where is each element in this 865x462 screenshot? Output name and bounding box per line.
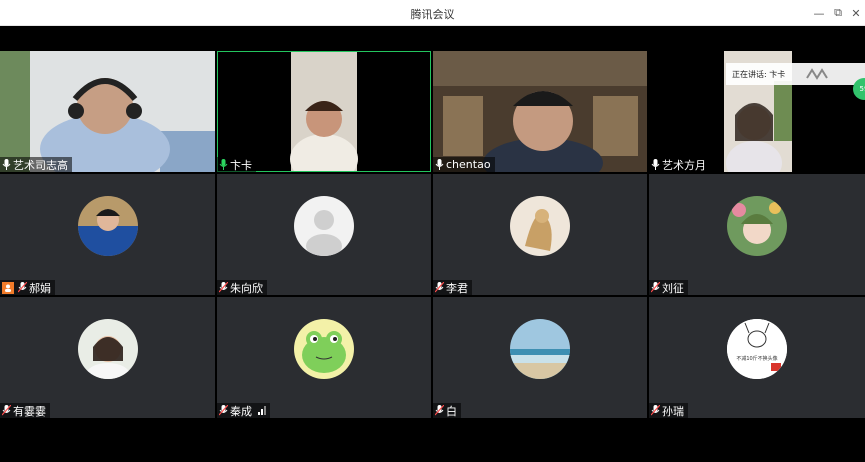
participant-name-tag: 艺术司志高 xyxy=(0,157,72,172)
microphone-icon xyxy=(2,159,11,170)
voice-wave-icon xyxy=(806,68,829,80)
participant-tile[interactable]: 郝娟 xyxy=(0,174,215,295)
participant-name-tag: 李君 xyxy=(433,280,472,295)
avatar-default xyxy=(294,196,354,256)
signal-icon xyxy=(258,406,266,415)
participant-name: 卞卡 xyxy=(230,158,252,172)
avatar xyxy=(77,196,138,256)
participant-name-tag: 孙瑞 xyxy=(649,403,688,418)
microphone-muted-icon xyxy=(2,405,11,416)
video-feed xyxy=(290,51,358,172)
video-tile[interactable]: chentao xyxy=(433,51,647,172)
participant-name: 秦成 xyxy=(230,404,252,418)
participant-tile[interactable]: 刘征 xyxy=(649,174,865,295)
participant-tile[interactable]: 朱向欣 xyxy=(217,174,431,295)
microphone-muted-icon xyxy=(651,405,660,416)
video-feed xyxy=(0,51,215,172)
network-value: 59 xyxy=(859,85,865,93)
participant-tile[interactable]: 有霎霎 xyxy=(0,297,215,418)
microphone-muted-icon xyxy=(435,282,444,293)
participant-name: 艺术司志高 xyxy=(13,158,68,172)
microphone-icon xyxy=(435,159,444,170)
microphone-muted-icon xyxy=(219,282,228,293)
microphone-muted-icon xyxy=(18,282,27,293)
video-tile-active-speaker[interactable]: 卞卡 xyxy=(217,51,431,172)
video-feed xyxy=(433,51,647,172)
participant-name-tag: 有霎霎 xyxy=(0,403,50,418)
meeting-stage: 艺术司志高 卞卡 chentao 艺术方月 郝娟 朱向欣 李君 刘征 有霎霎 秦… xyxy=(0,26,865,462)
speaking-label: 正在讲话: 卞卡 xyxy=(732,69,786,79)
participant-name: chentao xyxy=(446,158,491,171)
avatar: 不减10斤不换头像 xyxy=(727,319,787,379)
participant-name-tag: 卞卡 xyxy=(217,157,256,172)
participant-name: 艺术方月 xyxy=(662,158,706,172)
participant-grid: 艺术司志高 卞卡 chentao 艺术方月 郝娟 朱向欣 李君 刘征 有霎霎 秦… xyxy=(0,51,865,443)
window-title: 腾讯会议 xyxy=(410,8,455,21)
microphone-muted-icon xyxy=(435,405,444,416)
microphone-icon xyxy=(651,159,660,170)
participant-name: 有霎霎 xyxy=(13,404,46,418)
title-bar: 腾讯会议 — ⧉ ✕ xyxy=(0,0,865,26)
avatar xyxy=(510,319,570,379)
participant-name-tag: 刘征 xyxy=(649,280,688,295)
speaking-indicator: 正在讲话: 卞卡 xyxy=(726,63,865,85)
host-icon xyxy=(2,281,14,294)
video-tile[interactable]: 艺术司志高 xyxy=(0,51,215,172)
microphone-icon xyxy=(219,159,228,170)
participant-name: 朱向欣 xyxy=(230,281,263,295)
participant-tile[interactable]: 秦成 xyxy=(217,297,431,418)
avatar-caption: 不减10斤不换头像 xyxy=(736,356,778,362)
participant-tile[interactable]: 白 xyxy=(433,297,647,418)
participant-name-tag: chentao xyxy=(433,157,495,172)
participant-name: 郝娟 xyxy=(29,281,51,295)
avatar xyxy=(727,196,787,256)
participant-tile[interactable]: 李君 xyxy=(433,174,647,295)
microphone-muted-icon xyxy=(651,282,660,293)
minimize-button[interactable]: — xyxy=(810,4,828,22)
participant-name: 李君 xyxy=(446,281,468,295)
close-button[interactable]: ✕ xyxy=(847,4,865,22)
participant-name-tag: 白 xyxy=(433,403,461,418)
participant-name: 白 xyxy=(446,404,457,418)
participant-tile[interactable]: 不减10斤不换头像 孙瑞 xyxy=(649,297,865,418)
avatar xyxy=(510,196,570,256)
restore-button[interactable]: ⧉ xyxy=(829,4,847,22)
participant-name: 刘征 xyxy=(662,281,684,295)
participant-name-tag: 秦成 xyxy=(217,403,270,418)
participant-name-tag: 朱向欣 xyxy=(217,280,267,295)
avatar xyxy=(294,319,354,379)
avatar xyxy=(77,319,138,379)
microphone-muted-icon xyxy=(219,405,228,416)
participant-name-tag: 郝娟 xyxy=(0,280,55,295)
participant-name: 孙瑞 xyxy=(662,404,684,418)
participant-name-tag: 艺术方月 xyxy=(649,157,710,172)
